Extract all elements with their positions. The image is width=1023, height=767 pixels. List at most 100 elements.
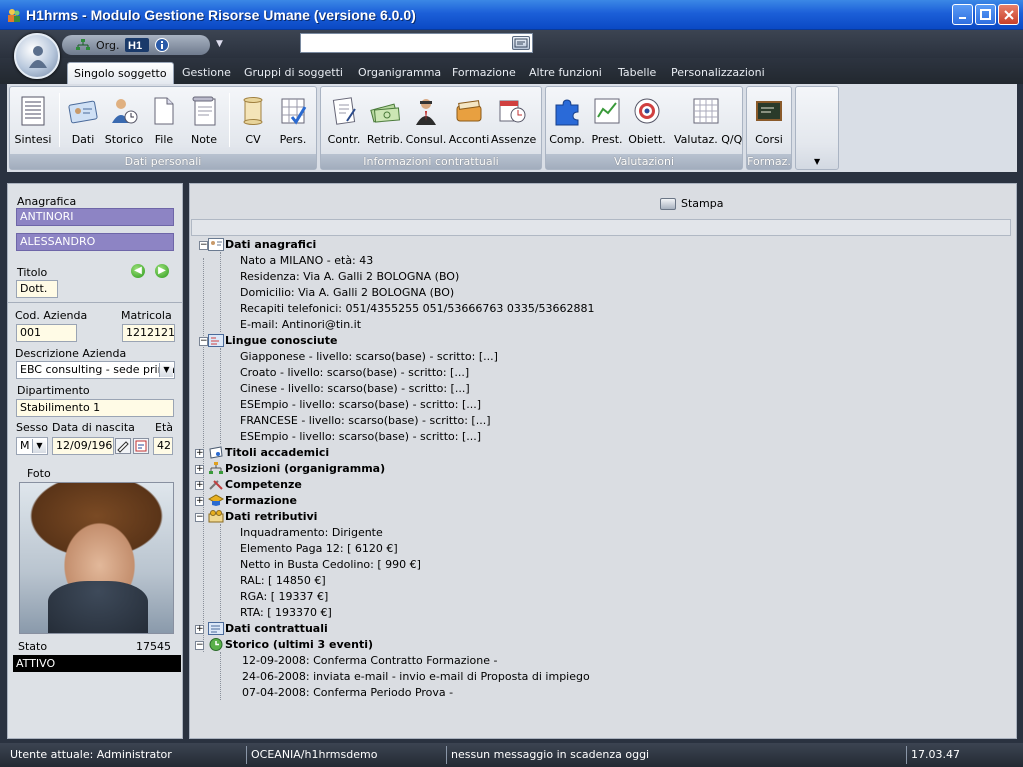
tree-branch-line	[220, 348, 221, 444]
nome-field[interactable]: ALESSANDRO	[16, 233, 174, 251]
tree-node-titoli[interactable]: Titoli accademici	[225, 446, 329, 459]
tab-formazione[interactable]: Formazione	[446, 62, 522, 84]
tab-altre-funzioni[interactable]: Altre funzioni	[523, 62, 608, 84]
subject-photo	[19, 482, 174, 634]
status-server: OCEANIA/h1hrmsdemo	[246, 746, 377, 764]
acconti-button[interactable]: Acconti	[448, 95, 490, 146]
expand-toggle-titoli[interactable]: +	[195, 449, 204, 458]
valutaz-qq-button[interactable]: Valutaz. Q/Q	[674, 95, 742, 146]
tree-item: ESEmpio - livello: scarso(base) - scritt…	[240, 430, 482, 443]
performance-chart-icon	[594, 98, 620, 124]
print-label: Stampa	[681, 197, 724, 210]
maximize-button[interactable]	[975, 4, 996, 25]
retrib-button[interactable]: Retrib.	[364, 95, 406, 146]
descr-azienda-select[interactable]: EBC consulting - sede primaria ▼	[16, 361, 175, 379]
graduation-cap-icon	[208, 494, 224, 506]
assenze-label: Assenze	[491, 133, 537, 146]
tree-item: ESEmpio - livello: scarso(base) - scritt…	[240, 398, 482, 411]
tree-node-formazione[interactable]: Formazione	[225, 494, 297, 507]
app-menu-button[interactable]	[14, 33, 60, 79]
consul-button[interactable]: Consul.	[405, 95, 447, 146]
storico-button[interactable]: Storico	[103, 95, 145, 146]
contract-icon	[332, 97, 356, 125]
tab-singolo-soggetto[interactable]: Singolo soggetto	[67, 62, 174, 84]
calendar-icon[interactable]	[133, 438, 149, 454]
tree-node-competenze[interactable]: Competenze	[225, 478, 302, 491]
printer-icon	[660, 197, 676, 210]
photo-shoulders	[48, 581, 148, 633]
collapse-toggle-dati-anagrafici[interactable]: −	[199, 241, 208, 250]
sesso-value: M	[20, 439, 30, 452]
cv-button[interactable]: CV	[232, 95, 274, 146]
svg-text:H1: H1	[128, 40, 142, 52]
sintesi-button[interactable]: Sintesi	[12, 95, 54, 146]
chevron-down-icon[interactable]: ▼	[32, 439, 46, 453]
tree-node-dati-retributivi[interactable]: Dati retributivi	[225, 510, 317, 523]
matricola-field[interactable]: 1212121	[122, 324, 175, 342]
collapse-toggle-dati-retributivi[interactable]: −	[195, 513, 204, 522]
titolo-field[interactable]: Dott.	[16, 280, 58, 298]
cognome-field[interactable]: ANTINORI	[16, 208, 174, 226]
tree-node-storico[interactable]: Storico (ultimi 3 eventi)	[225, 638, 373, 651]
obiett-button[interactable]: Obiett.	[626, 95, 668, 146]
comp-label: Comp.	[549, 133, 585, 146]
tab-gestione[interactable]: Gestione	[176, 62, 237, 84]
assenze-button[interactable]: Assenze	[491, 95, 537, 146]
previous-arrow-icon[interactable]: ◀	[131, 264, 145, 278]
search-icon[interactable]	[512, 36, 530, 50]
blackboard-icon	[756, 101, 782, 121]
cod-azienda-field[interactable]: 001	[16, 324, 77, 342]
collapse-toggle-lingue[interactable]: −	[199, 337, 208, 346]
info-icon[interactable]	[155, 38, 170, 52]
tab-organigramma[interactable]: Organigramma	[352, 62, 447, 84]
search-input[interactable]	[300, 33, 533, 53]
expand-toggle-competenze[interactable]: +	[195, 481, 204, 490]
collapse-toggle-storico[interactable]: −	[195, 641, 204, 650]
expand-toggle-posizioni[interactable]: +	[195, 465, 204, 474]
pers-button[interactable]: Pers.	[272, 95, 314, 146]
customize-quick-access-icon[interactable]: ▼	[216, 39, 223, 49]
h1-logo-icon[interactable]: H1	[125, 38, 150, 52]
comp-button[interactable]: Comp.	[546, 95, 588, 146]
tab-gruppi-di-soggetti[interactable]: Gruppi di soggetti	[238, 62, 349, 84]
ribbon-group-informazioni-contrattuali: Contr. Retrib. Consul. Acconti Assenze I…	[320, 86, 542, 170]
sesso-select[interactable]: M ▼	[16, 437, 48, 455]
pers-label: Pers.	[279, 133, 307, 146]
eta-field[interactable]: 42	[153, 437, 173, 455]
tab-tabelle[interactable]: Tabelle	[612, 62, 662, 84]
org-chart-icon[interactable]	[76, 39, 90, 51]
tree-item: Giapponese - livello: scarso(base) - scr…	[240, 350, 498, 363]
tree-node-posizioni[interactable]: Posizioni (organigramma)	[225, 462, 385, 475]
sintesi-label: Sintesi	[14, 133, 52, 146]
data-nascita-field[interactable]: 12/09/1967	[52, 437, 114, 455]
tree-node-dati-anagrafici[interactable]: Dati anagrafici	[225, 238, 316, 251]
contr-button[interactable]: Contr.	[323, 95, 365, 146]
next-arrow-icon[interactable]: ▶	[155, 264, 169, 278]
tree-node-dati-contrattuali[interactable]: Dati contrattuali	[225, 622, 328, 635]
tree-node-lingue[interactable]: Lingue conosciute	[225, 334, 337, 347]
chevron-down-icon[interactable]: ▼	[159, 363, 173, 377]
expand-toggle-dati-contrattuali[interactable]: +	[195, 625, 204, 634]
edit-pencil-icon[interactable]	[115, 438, 131, 454]
org-label[interactable]: Org.	[96, 39, 119, 52]
minimize-button[interactable]	[952, 4, 973, 25]
prest-label: Prest.	[591, 133, 623, 146]
dati-button[interactable]: Dati	[62, 95, 104, 146]
corsi-button[interactable]: Corsi	[748, 95, 790, 146]
expand-toggle-formazione[interactable]: +	[195, 497, 204, 506]
dati-label: Dati	[71, 133, 95, 146]
group-label-dati-personali: Dati personali	[10, 154, 316, 169]
ribbon-overflow-button[interactable]: ▼	[795, 86, 839, 170]
ribbon-separator	[59, 93, 60, 147]
dipartimento-field[interactable]: Stabilimento 1	[16, 399, 174, 417]
print-button[interactable]: Stampa	[660, 197, 723, 210]
prest-button[interactable]: Prest.	[586, 95, 628, 146]
group-label-informazioni-contrattuali: Informazioni contrattuali	[321, 154, 541, 169]
file-button[interactable]: File	[143, 95, 185, 146]
note-button[interactable]: Note	[183, 95, 225, 146]
close-button[interactable]	[998, 4, 1019, 25]
tab-personalizzazioni[interactable]: Personalizzazioni	[665, 62, 771, 84]
retrib-label: Retrib.	[366, 133, 404, 146]
tree-branch-line	[220, 524, 221, 620]
file-label: File	[154, 133, 174, 146]
